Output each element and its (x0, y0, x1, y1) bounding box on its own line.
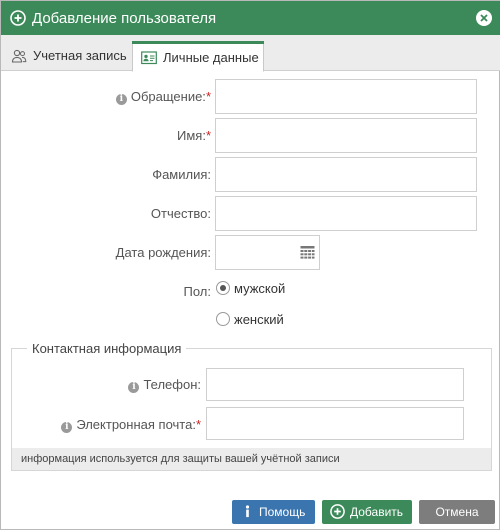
circle-plus-icon (330, 504, 345, 519)
info-icon: i (115, 94, 127, 105)
calendar-icon[interactable] (300, 245, 315, 260)
required-mark: * (205, 128, 211, 143)
cancel-button[interactable]: Отмена (419, 500, 495, 524)
phone-label: i Телефон: (61, 377, 201, 393)
email-label: i Электронная почта:* (41, 417, 201, 433)
users-icon (11, 49, 27, 63)
birth-date-label: Дата рождения: (115, 245, 211, 260)
gender-male-label[interactable]: мужской (234, 281, 285, 296)
phone-label-text: Телефон: (143, 377, 201, 392)
email-input[interactable] (206, 407, 464, 440)
add-user-dialog: Добавление пользователя Учетная запись Л… (0, 0, 500, 530)
gender-female-radio[interactable] (216, 312, 230, 326)
close-icon[interactable] (475, 9, 493, 27)
phone-input[interactable] (206, 368, 464, 401)
tab-personal-data-label: Личные данные (163, 50, 259, 65)
salutation-label: i Обращение:* (81, 89, 211, 105)
security-note: информация используется для защиты вашей… (12, 448, 491, 470)
add-button-label: Добавить (350, 505, 404, 519)
gender-male-radio[interactable] (216, 281, 230, 295)
add-button[interactable]: Добавить (322, 500, 412, 524)
first-name-input[interactable] (215, 118, 477, 153)
gender-female-label[interactable]: женский (234, 312, 284, 327)
info-icon: i (61, 422, 73, 433)
middle-name-label: Отчество: (150, 206, 211, 221)
dialog-title: Добавление пользователя (32, 10, 217, 27)
contact-legend: Контактная информация (27, 341, 187, 356)
help-button[interactable]: Помощь (232, 500, 315, 524)
info-icon (245, 505, 250, 518)
dialog-titlebar: Добавление пользователя (1, 1, 500, 35)
tab-account[interactable]: Учетная запись (3, 41, 130, 71)
birth-date-input[interactable] (215, 235, 320, 270)
required-mark: * (205, 89, 211, 104)
tab-personal-data[interactable]: Личные данные (132, 41, 264, 72)
last-name-label: Фамилия: (152, 167, 211, 182)
help-button-label: Помощь (259, 505, 306, 519)
salutation-input[interactable] (215, 79, 477, 114)
last-name-input[interactable] (215, 157, 477, 192)
first-name-label: Имя:* (81, 128, 211, 143)
middle-name-input[interactable] (215, 196, 477, 231)
first-name-label-text: Имя: (177, 128, 206, 143)
circle-plus-icon (10, 10, 26, 26)
info-icon: i (128, 382, 140, 393)
gender-label: Пол: (183, 284, 212, 299)
id-card-icon (141, 51, 157, 65)
email-label-text: Электронная почта: (76, 417, 196, 432)
tab-bar: Учетная запись Личные данные (1, 35, 500, 72)
tab-account-label: Учетная запись (33, 48, 127, 63)
required-mark: * (195, 417, 201, 432)
salutation-label-text: Обращение: (130, 89, 206, 104)
